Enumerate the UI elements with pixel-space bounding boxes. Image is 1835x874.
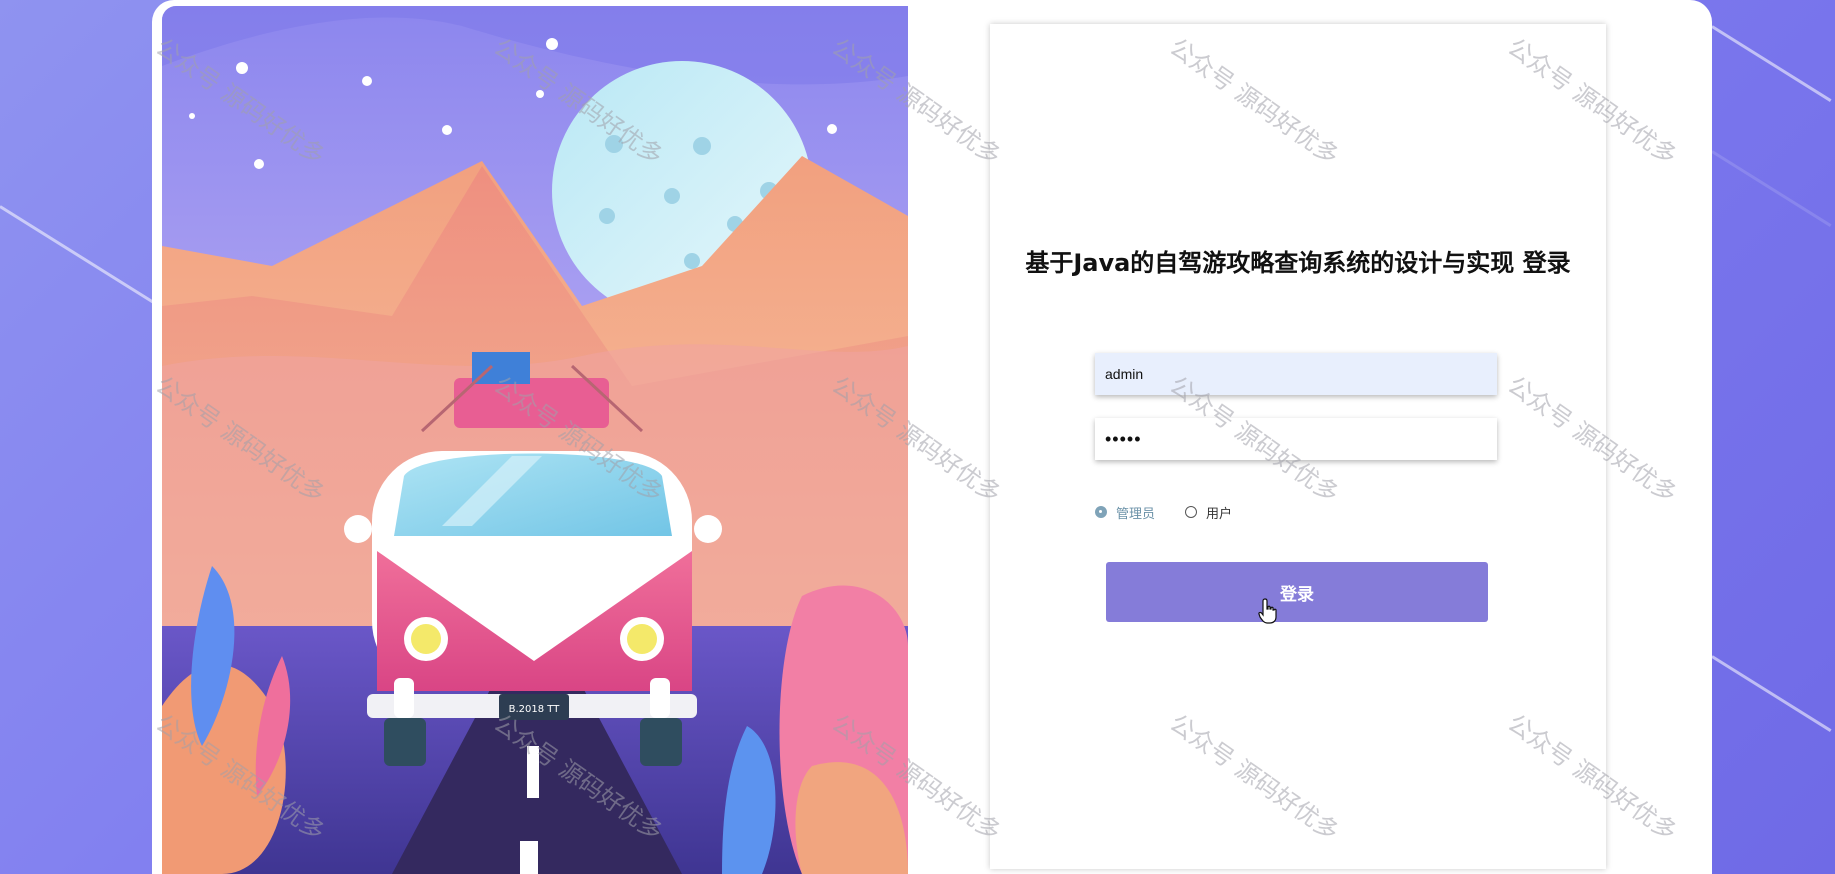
campervan-road-illustration-icon: B.2018 TT	[162, 6, 908, 874]
background-line	[1711, 150, 1832, 227]
login-button[interactable]: 登录	[1106, 562, 1488, 622]
background-line	[1711, 25, 1832, 102]
role-label-user: 用户	[1206, 506, 1233, 522]
background-line	[1711, 655, 1832, 732]
login-panel: 基于Java的自驾游攻略查询系统的设计与实现 登录 管理员 用户 登录	[990, 24, 1606, 869]
background-line	[0, 205, 154, 304]
travel-illustration: B.2018 TT	[162, 6, 908, 874]
page-title: 基于Java的自驾游攻略查询系统的设计与实现 登录	[1025, 249, 1571, 277]
radio-unchecked-icon[interactable]	[1185, 506, 1198, 518]
role-option-user[interactable]: 用户	[1185, 503, 1232, 522]
license-plate-text: B.2018 TT	[509, 704, 561, 715]
password-input[interactable]	[1095, 418, 1497, 460]
role-selector: 管理员 用户	[1095, 502, 1262, 522]
role-label-admin: 管理员	[1116, 506, 1156, 522]
login-card: B.2018 TT 基于Java的自驾游攻略查询系统的设计与实现 登录 管理员	[152, 0, 1712, 874]
radio-checked-icon[interactable]	[1095, 506, 1107, 518]
username-input[interactable]	[1095, 353, 1497, 395]
role-option-admin[interactable]: 管理员	[1095, 503, 1155, 522]
